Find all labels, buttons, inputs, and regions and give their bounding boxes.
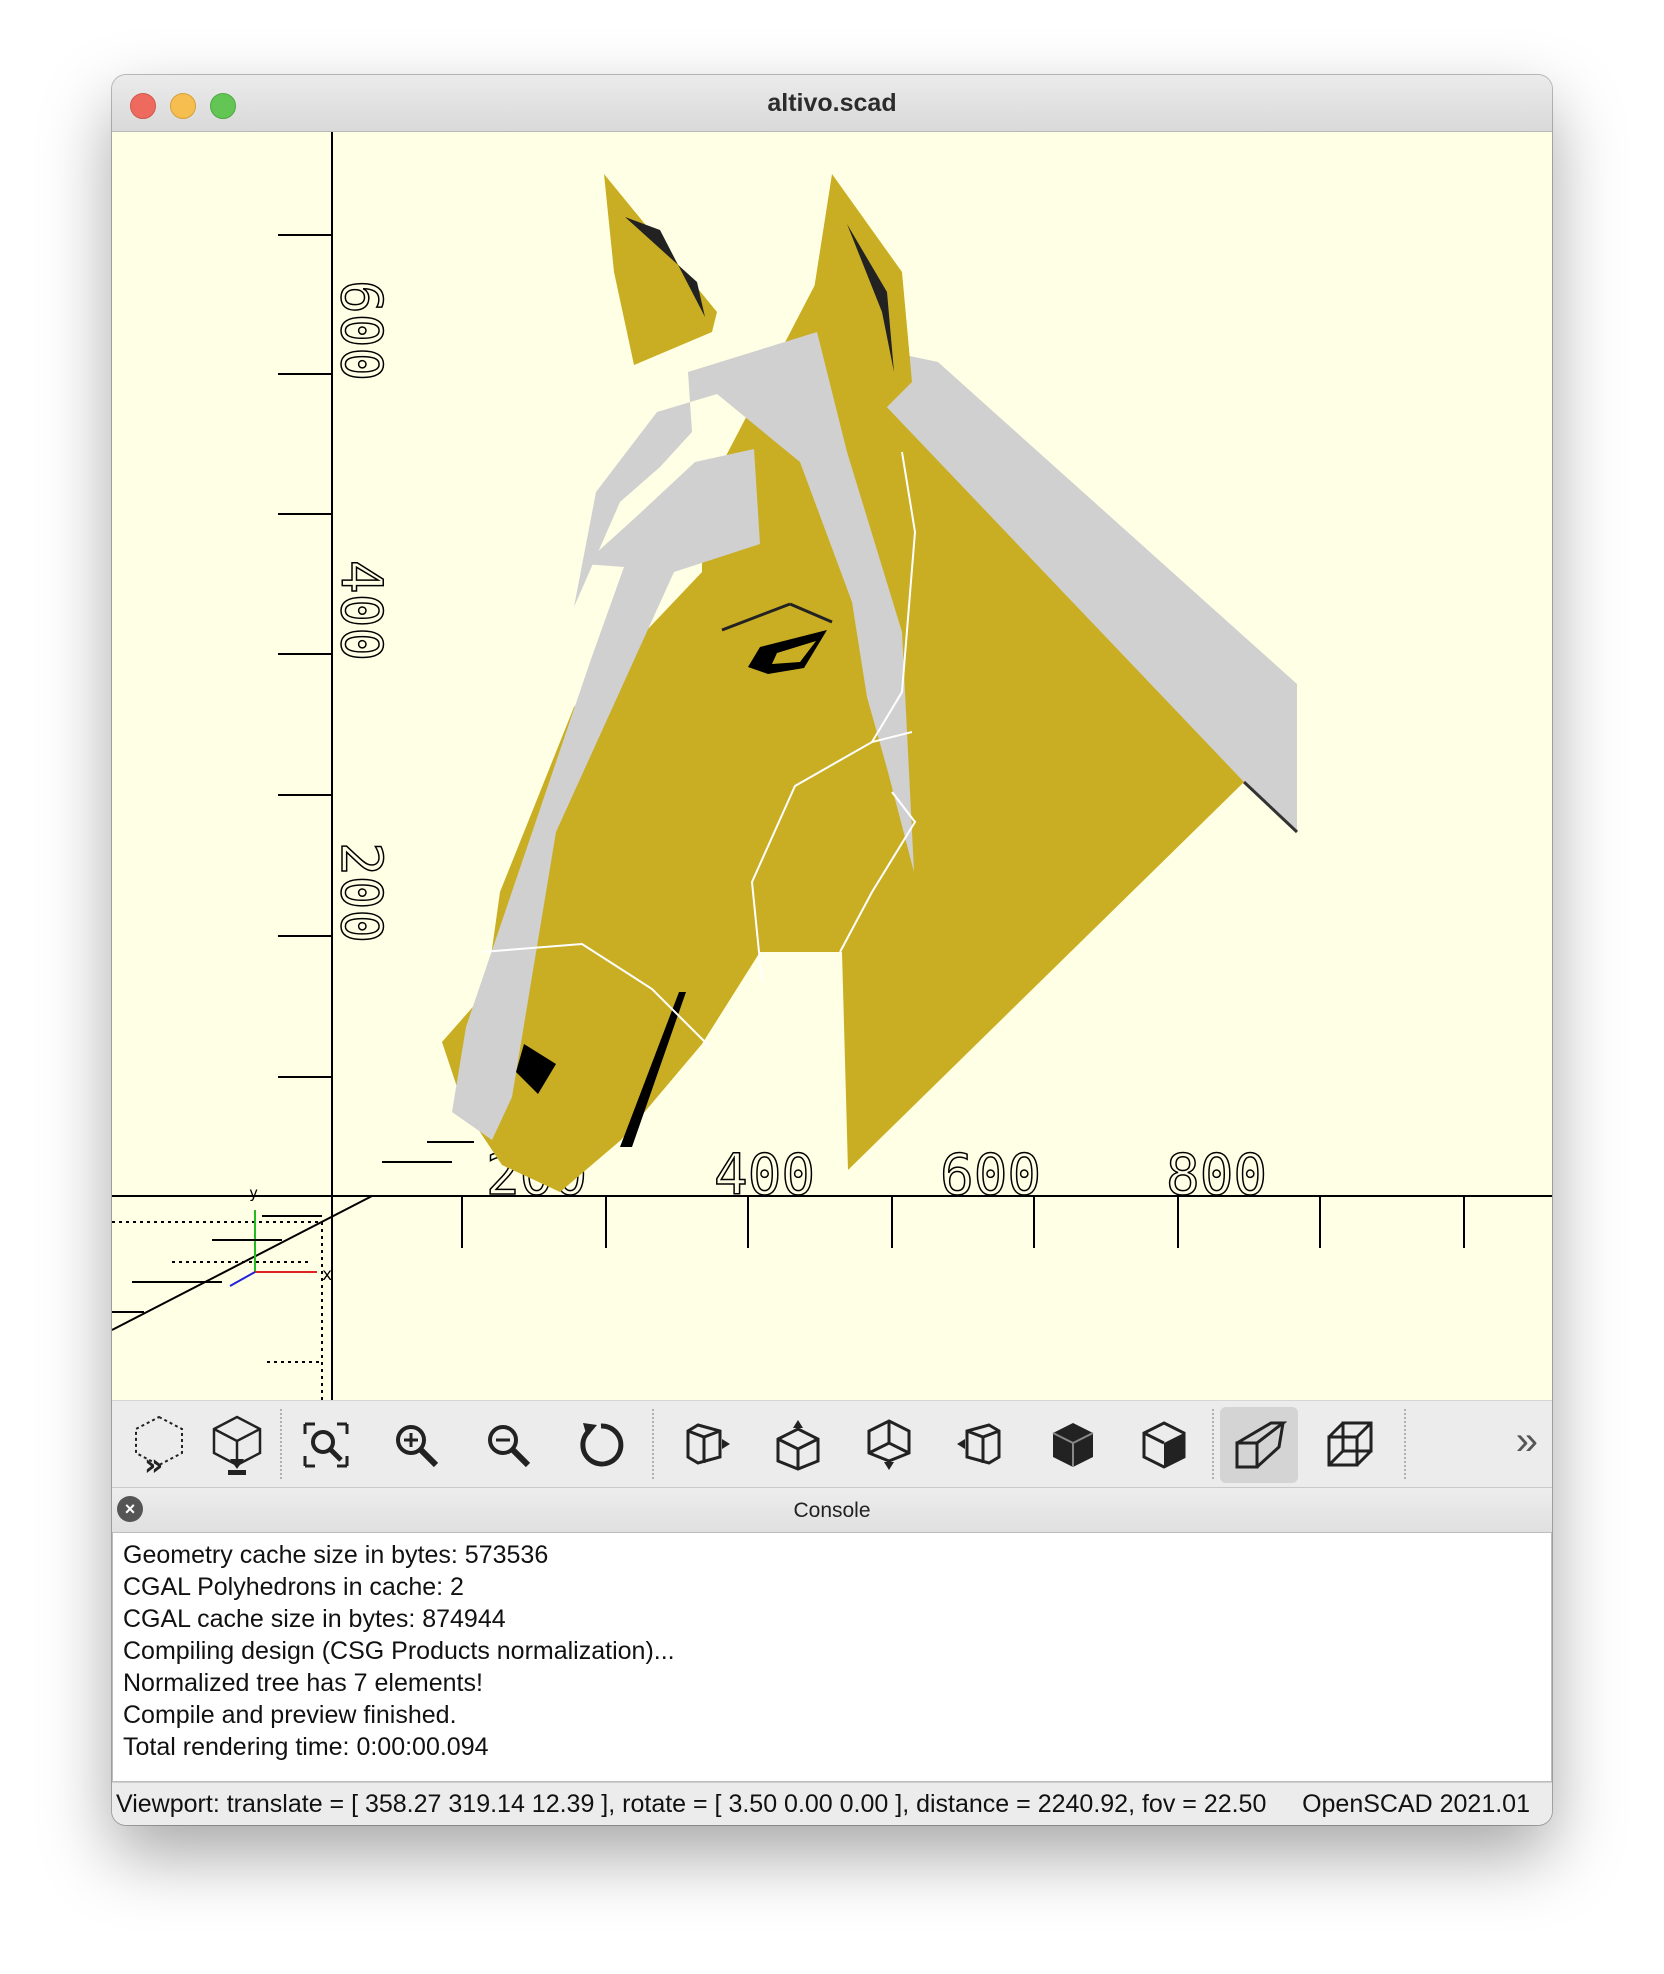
openscad-window: altivo.scad y x 400 600 800 600 400 200 … [112, 75, 1552, 1825]
y-tick-label: 600 [328, 280, 393, 381]
svg-text:»: » [144, 1448, 163, 1477]
reset-view-button[interactable] [562, 1407, 640, 1483]
console-line: Compiling design (CSG Products normaliza… [123, 1637, 675, 1665]
viewport-status: Viewport: translate = [ 358.27 319.14 12… [116, 1790, 1274, 1818]
reset-view-icon [580, 1423, 624, 1467]
view-top-icon [776, 1420, 820, 1471]
view-all-icon [303, 1422, 349, 1468]
console-line: Geometry cache size in bytes: 573536 [123, 1541, 549, 1569]
y-tick-label: 200 [328, 842, 393, 943]
view-bottom-button[interactable] [850, 1407, 928, 1483]
toolbar-overflow-button[interactable]: » [1516, 1419, 1538, 1464]
ground-markers [112, 1141, 474, 1313]
left-ear [604, 174, 717, 365]
view-front-icon [1052, 1423, 1094, 1467]
preview-button[interactable]: » [120, 1407, 198, 1483]
axes-indicator: y x [229, 1184, 332, 1287]
console-line: Normalized tree has 7 elements! [123, 1669, 483, 1697]
toolbar-separator [1404, 1409, 1406, 1479]
console-line: Compile and preview finished. [123, 1701, 457, 1729]
console-line: Total rendering time: 0:00:00.094 [123, 1733, 489, 1761]
view-left-icon [957, 1423, 1001, 1465]
toolbar-separator [280, 1409, 282, 1479]
axis-indicator-y-label: y [249, 1184, 258, 1202]
orthogonal-icon [1327, 1421, 1373, 1467]
zoom-in-button[interactable] [377, 1407, 455, 1483]
view-bottom-icon [867, 1419, 911, 1470]
x-tick-label: 600 [940, 1143, 1041, 1208]
view-top-button[interactable] [759, 1407, 837, 1483]
horse-model [442, 174, 1299, 1192]
console-line: CGAL Polyhedrons in cache: 2 [123, 1573, 464, 1601]
toolbar-separator [1212, 1409, 1214, 1479]
axis-indicator-x-label: x [322, 1265, 332, 1285]
title-bar[interactable]: altivo.scad [112, 75, 1552, 132]
console-title: Console [793, 1499, 871, 1522]
x-tick-label: 800 [1166, 1143, 1267, 1208]
preview-icon: » [135, 1415, 183, 1477]
view-right-icon [686, 1423, 730, 1465]
status-bar: Viewport: translate = [ 358.27 319.14 12… [112, 1782, 1552, 1825]
x-tick-label: 400 [714, 1143, 815, 1208]
zoom-in-icon [396, 1425, 439, 1468]
toolbar-separator [652, 1409, 654, 1479]
view-back-button[interactable] [1125, 1407, 1203, 1483]
y-tick-label: 400 [328, 560, 393, 661]
view-right-button[interactable] [667, 1407, 745, 1483]
view-front-button[interactable] [1034, 1407, 1112, 1483]
perspective-icon [1235, 1421, 1287, 1469]
zoom-out-button[interactable] [469, 1407, 547, 1483]
perspective-button[interactable] [1220, 1407, 1298, 1483]
console-output[interactable]: Geometry cache size in bytes: 573536 CGA… [112, 1532, 1552, 1782]
viewport-canvas[interactable]: y x 200 400 600 800 600 400 200 [112, 132, 1552, 1400]
view-back-icon [1142, 1421, 1186, 1469]
view-all-button[interactable] [287, 1407, 365, 1483]
view-toolbar: » » [112, 1400, 1552, 1487]
3d-viewport[interactable]: y x 200 400 600 800 600 400 200 [112, 132, 1552, 1400]
render-icon [212, 1415, 262, 1475]
orthogonal-button[interactable] [1312, 1407, 1390, 1483]
version-label: OpenSCAD 2021.01 [1302, 1790, 1530, 1818]
zoom-out-icon [488, 1425, 531, 1468]
console-line: CGAL cache size in bytes: 874944 [123, 1605, 506, 1633]
view-left-button[interactable] [942, 1407, 1020, 1483]
console-header: × Console [112, 1487, 1552, 1533]
render-button[interactable] [198, 1407, 276, 1483]
window-title: altivo.scad [767, 89, 897, 117]
